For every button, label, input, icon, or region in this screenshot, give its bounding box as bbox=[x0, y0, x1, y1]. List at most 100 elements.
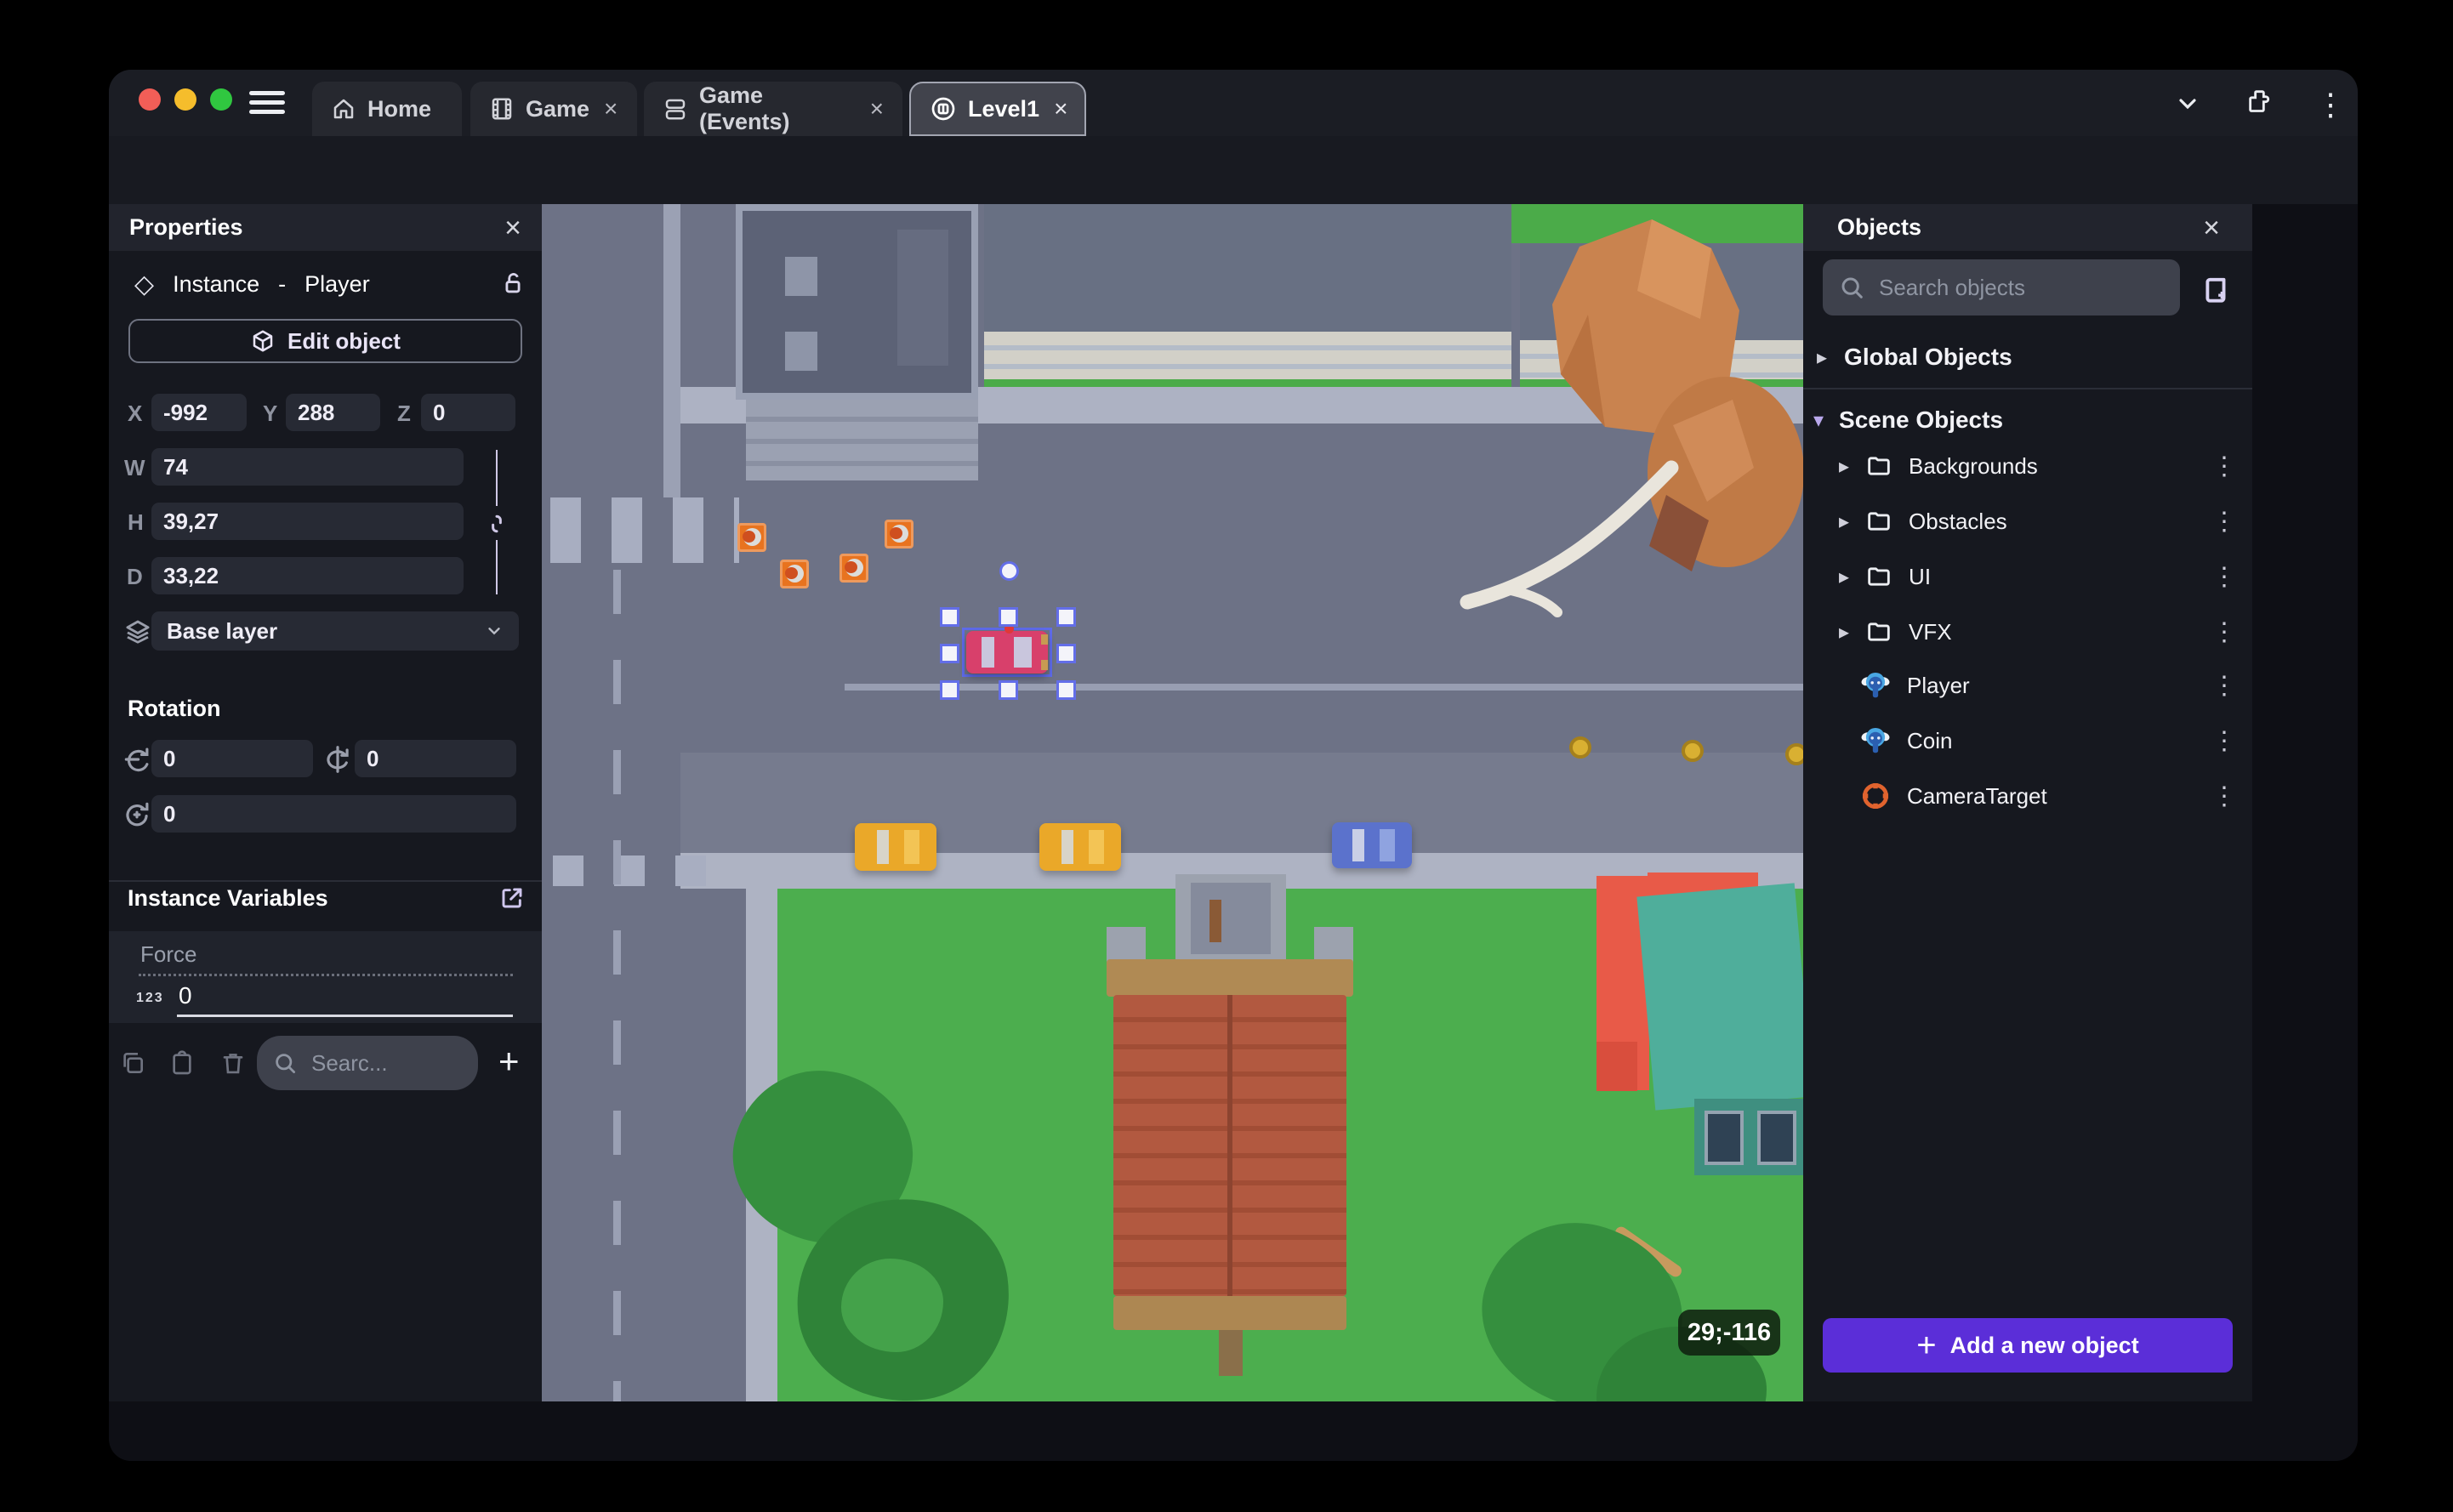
object-row-cameratarget[interactable]: CameraTarget ⋮ bbox=[1859, 772, 2239, 820]
taxi-instance[interactable] bbox=[855, 823, 936, 871]
close-icon[interactable]: × bbox=[2203, 213, 2220, 242]
fox-creature-instance[interactable] bbox=[1452, 213, 1803, 621]
kebab-menu-icon[interactable]: ⋮ bbox=[2211, 726, 2239, 756]
close-icon[interactable]: × bbox=[870, 95, 884, 122]
scene-objects-group[interactable]: ▾ Scene Objects bbox=[1813, 396, 2235, 444]
rotate-handle[interactable] bbox=[999, 561, 1019, 581]
edit-object-button[interactable]: Edit object bbox=[128, 319, 522, 363]
rotate-z-icon bbox=[121, 799, 153, 831]
object-row-coin[interactable]: Coin ⋮ bbox=[1859, 717, 2239, 765]
y-field[interactable] bbox=[286, 394, 380, 431]
global-objects-group[interactable]: ▸ Global Objects bbox=[1817, 333, 2239, 381]
kebab-menu-icon[interactable]: ⋮ bbox=[2211, 671, 2239, 701]
chevron-right-icon: ▸ bbox=[1839, 509, 1850, 533]
instance-object-name: Player bbox=[304, 270, 370, 297]
objects-search-input[interactable] bbox=[1877, 273, 2165, 302]
object-row-player[interactable]: Player ⋮ bbox=[1859, 662, 2239, 709]
height-field[interactable] bbox=[151, 503, 464, 540]
number-type-icon: 123 bbox=[136, 991, 164, 1005]
cursor-coordinates-badge: 29;-116 bbox=[1678, 1310, 1780, 1356]
delete-variable-icon[interactable] bbox=[214, 1044, 252, 1082]
traffic-light-close-button[interactable] bbox=[139, 88, 161, 111]
traffic-light-minimize-button[interactable] bbox=[174, 88, 196, 111]
kebab-menu-icon[interactable]: ⋮ bbox=[2211, 562, 2239, 592]
tab-level1[interactable]: Level1 × bbox=[909, 82, 1086, 136]
tab-home[interactable]: Home bbox=[312, 82, 462, 136]
y-label: Y bbox=[263, 401, 278, 426]
house-roof[interactable] bbox=[1636, 883, 1803, 1111]
player-car-instance-selected[interactable] bbox=[966, 631, 1048, 674]
resize-handle[interactable] bbox=[999, 680, 1018, 700]
traffic-light-zoom-button[interactable] bbox=[210, 88, 232, 111]
objects-header: Objects × bbox=[1803, 204, 2252, 251]
blue-car-instance[interactable] bbox=[1332, 822, 1412, 868]
copy-icon[interactable] bbox=[114, 1044, 151, 1082]
hamburger-menu-button[interactable] bbox=[249, 91, 285, 117]
coin-instance[interactable] bbox=[1785, 743, 1803, 765]
kebab-menu-icon[interactable]: ⋮ bbox=[2211, 617, 2239, 647]
z-field[interactable] bbox=[421, 394, 515, 431]
x-field[interactable] bbox=[151, 394, 247, 431]
layer-select[interactable]: Base layer bbox=[151, 611, 519, 651]
scene-canvas[interactable]: 29;-116 bbox=[542, 204, 1803, 1401]
resize-handle[interactable] bbox=[1056, 644, 1076, 663]
house-window bbox=[1757, 1111, 1796, 1165]
roof-vent bbox=[785, 257, 817, 296]
kebab-menu-icon[interactable]: ⋮ bbox=[2211, 452, 2239, 481]
crate-instance[interactable] bbox=[780, 560, 809, 588]
size-link-line bbox=[496, 450, 498, 506]
tower-brick-body[interactable] bbox=[1113, 995, 1346, 1296]
curb-line bbox=[663, 204, 680, 497]
properties-header: Properties × bbox=[109, 204, 542, 251]
crate-instance[interactable] bbox=[885, 520, 913, 549]
rotation-x-field[interactable] bbox=[151, 740, 313, 777]
resize-handle[interactable] bbox=[940, 644, 959, 663]
close-icon[interactable]: × bbox=[1054, 95, 1067, 122]
crate-instance[interactable] bbox=[839, 554, 868, 583]
close-icon[interactable]: × bbox=[504, 213, 521, 242]
window-chevron-down-button[interactable] bbox=[2171, 87, 2205, 121]
tab-game-events[interactable]: Game (Events) × bbox=[644, 82, 902, 136]
taxi-instance[interactable] bbox=[1039, 823, 1121, 871]
tab-game[interactable]: Game × bbox=[470, 82, 637, 136]
coin-instance[interactable] bbox=[1682, 740, 1704, 762]
folder-row-vfx[interactable]: ▸ VFX ⋮ bbox=[1839, 608, 2239, 656]
browser-menu-kebab-icon[interactable]: ⋮ bbox=[2315, 87, 2348, 122]
resize-handle[interactable] bbox=[1056, 680, 1076, 700]
resize-handle[interactable] bbox=[940, 607, 959, 627]
folder-row-obstacles[interactable]: ▸ Obstacles ⋮ bbox=[1839, 497, 2239, 545]
crate-instance[interactable] bbox=[737, 523, 766, 552]
coin-instance[interactable] bbox=[1569, 736, 1591, 759]
objects-search-box[interactable] bbox=[1823, 259, 2180, 315]
unlock-icon[interactable] bbox=[498, 269, 527, 298]
paste-icon[interactable] bbox=[163, 1044, 201, 1082]
variables-search-input[interactable] bbox=[310, 1049, 463, 1077]
resize-handle[interactable] bbox=[999, 607, 1018, 627]
variable-name[interactable]: Force bbox=[140, 941, 196, 968]
chevron-right-icon: ▸ bbox=[1839, 454, 1850, 478]
building-facade-left bbox=[746, 400, 978, 480]
width-field[interactable] bbox=[151, 448, 464, 486]
depth-field[interactable] bbox=[151, 557, 464, 594]
tower-top[interactable] bbox=[1175, 874, 1286, 963]
folder-label: UI bbox=[1909, 563, 1932, 589]
variables-search-box[interactable] bbox=[257, 1036, 478, 1090]
size-link-chain-icon[interactable] bbox=[484, 511, 509, 537]
kebab-menu-icon[interactable]: ⋮ bbox=[2211, 782, 2239, 811]
resize-handle[interactable] bbox=[940, 680, 959, 700]
folder-row-backgrounds[interactable]: ▸ Backgrounds ⋮ bbox=[1839, 442, 2239, 490]
tower-ridge bbox=[1227, 995, 1232, 1296]
folder-row-ui[interactable]: ▸ UI ⋮ bbox=[1839, 553, 2239, 600]
close-icon[interactable]: × bbox=[604, 95, 618, 122]
house-window bbox=[1705, 1111, 1744, 1165]
open-in-window-icon[interactable] bbox=[498, 884, 526, 912]
add-variable-plus-icon[interactable]: + bbox=[498, 1041, 520, 1082]
kebab-menu-icon[interactable]: ⋮ bbox=[2211, 507, 2239, 537]
variable-value[interactable]: 0 bbox=[179, 982, 192, 1009]
rotation-y-field[interactable] bbox=[355, 740, 516, 777]
rotation-z-field[interactable] bbox=[151, 795, 516, 833]
add-folder-icon[interactable] bbox=[2196, 270, 2230, 304]
extensions-puzzle-icon[interactable] bbox=[2239, 85, 2273, 119]
add-new-object-button[interactable]: + Add a new object bbox=[1823, 1318, 2233, 1373]
resize-handle[interactable] bbox=[1056, 607, 1076, 627]
